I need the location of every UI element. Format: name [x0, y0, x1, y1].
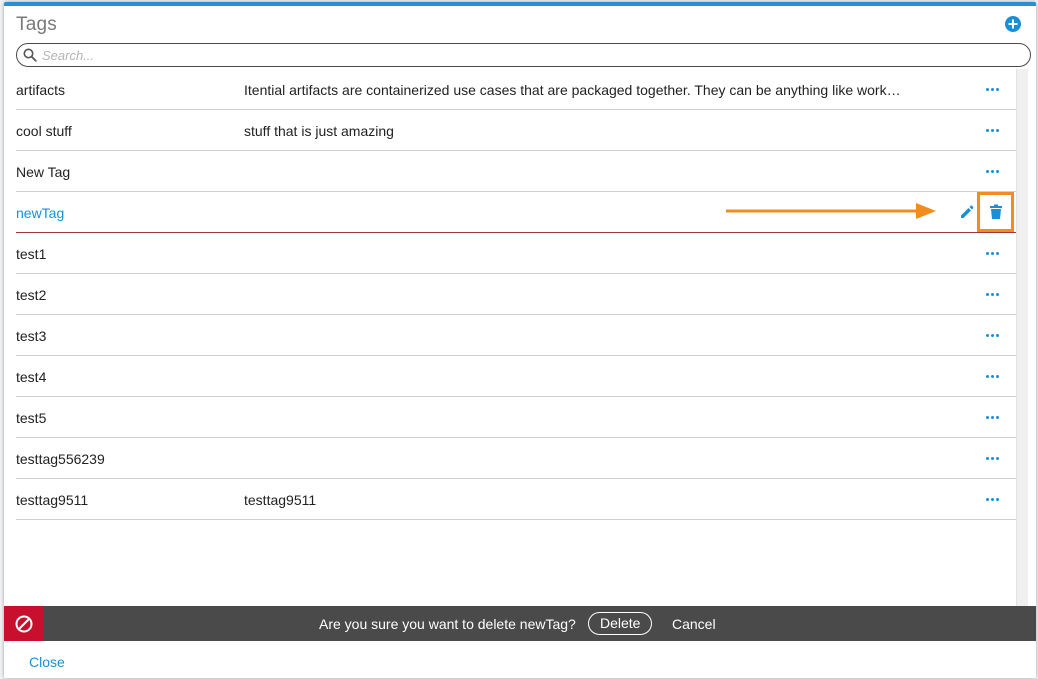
- ellipsis-icon: [985, 292, 989, 296]
- modal-header: Tags: [16, 14, 1024, 40]
- tag-description: Itential artifacts are containerized use…: [244, 82, 901, 98]
- modal-title: Tags: [16, 14, 57, 35]
- more-actions-button[interactable]: [980, 285, 1004, 303]
- tag-row[interactable]: test3: [16, 315, 1016, 356]
- scrollbar[interactable]: [1016, 69, 1028, 609]
- tag-description: testtag9511: [244, 492, 317, 508]
- tag-name: test3: [16, 328, 47, 344]
- tag-row[interactable]: testtag9511 testtag9511: [16, 479, 1016, 520]
- more-actions-button[interactable]: [980, 490, 1004, 508]
- confirm-cancel-button[interactable]: Cancel: [672, 616, 716, 632]
- tag-name: test4: [16, 369, 47, 385]
- search-box[interactable]: [16, 43, 1031, 67]
- tag-name: New Tag: [16, 164, 71, 180]
- modal-footer: Close: [4, 641, 1036, 678]
- tag-row[interactable]: test2: [16, 274, 1016, 315]
- annotation-arrow-icon: [726, 203, 936, 219]
- delete-tag-button[interactable]: [977, 192, 1014, 232]
- more-actions-button[interactable]: [980, 80, 1004, 98]
- more-actions-button[interactable]: [980, 326, 1004, 344]
- ellipsis-icon: [985, 128, 989, 132]
- search-icon: [23, 48, 37, 62]
- confirm-message: Are you sure you want to delete newTag?: [319, 616, 576, 632]
- more-actions-button[interactable]: [980, 244, 1004, 262]
- ellipsis-icon: [985, 415, 989, 419]
- ellipsis-icon: [985, 456, 989, 460]
- ellipsis-icon: [985, 87, 989, 91]
- ellipsis-icon: [985, 374, 989, 378]
- more-actions-button[interactable]: [980, 367, 1004, 385]
- tags-modal: Tags artifacts Itential artifacts are con…: [4, 2, 1036, 678]
- trash-icon: [989, 204, 1002, 219]
- tag-row[interactable]: artifacts Itential artifacts are containe…: [16, 69, 1016, 110]
- tag-row[interactable]: newTag: [16, 192, 1016, 233]
- tag-name: test5: [16, 410, 47, 426]
- ellipsis-icon: [985, 333, 989, 337]
- search-input[interactable]: [42, 46, 1002, 64]
- delete-confirm-bar: Are you sure you want to delete newTag? …: [4, 606, 1036, 641]
- ellipsis-icon: [985, 251, 989, 255]
- ellipsis-icon: [985, 169, 989, 173]
- more-actions-button[interactable]: [980, 449, 1004, 467]
- tag-row[interactable]: testtag556239: [16, 438, 1016, 479]
- ban-icon: [4, 606, 43, 641]
- pencil-icon: [961, 205, 974, 218]
- tag-name: newTag: [16, 205, 65, 221]
- tag-row[interactable]: cool stuff stuff that is just amazing: [16, 110, 1016, 151]
- tag-name: test2: [16, 287, 47, 303]
- ellipsis-icon: [985, 497, 989, 501]
- tag-name: test1: [16, 246, 47, 262]
- tag-row[interactable]: New Tag: [16, 151, 1016, 192]
- edit-tag-button[interactable]: [959, 204, 977, 222]
- tag-name: cool stuff: [16, 123, 72, 139]
- tag-row[interactable]: test4: [16, 356, 1016, 397]
- tag-name: artifacts: [16, 82, 66, 98]
- tag-name: testtag556239: [16, 451, 105, 467]
- more-actions-button[interactable]: [980, 162, 1004, 180]
- add-tag-button[interactable]: [1005, 16, 1021, 32]
- more-actions-button[interactable]: [980, 121, 1004, 139]
- tag-list: artifacts Itential artifacts are containe…: [16, 69, 1016, 520]
- tag-description: stuff that is just amazing: [244, 123, 394, 139]
- confirm-delete-button[interactable]: Delete: [588, 612, 653, 635]
- tag-row[interactable]: test1: [16, 233, 1016, 274]
- tag-row[interactable]: test5: [16, 397, 1016, 438]
- more-actions-button[interactable]: [980, 408, 1004, 426]
- tag-name: testtag9511: [16, 492, 89, 508]
- close-button[interactable]: Close: [29, 654, 65, 670]
